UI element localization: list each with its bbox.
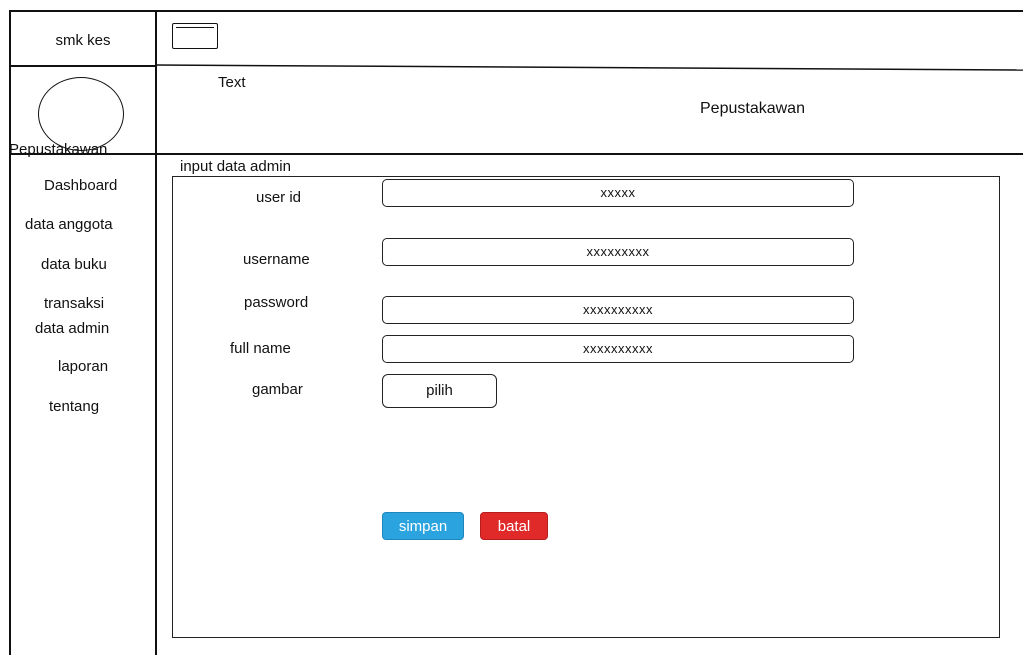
sidebar-item-data-anggota[interactable]: data anggota bbox=[25, 216, 113, 233]
page-title: Pepustakawan bbox=[700, 100, 805, 117]
sidebar-item-data-admin[interactable]: data admin bbox=[35, 320, 109, 337]
choose-image-button[interactable]: pilih bbox=[382, 374, 497, 408]
sidebar-item-tentang[interactable]: tentang bbox=[49, 398, 99, 415]
sidebar-item-laporan[interactable]: laporan bbox=[58, 358, 108, 375]
save-button[interactable]: simpan bbox=[382, 512, 464, 540]
full-name-label: full name bbox=[230, 340, 291, 357]
header-divider bbox=[9, 65, 155, 67]
sidebar-item-data-buku[interactable]: data buku bbox=[41, 256, 107, 273]
form-title: input data admin bbox=[180, 158, 291, 175]
avatar-circle-icon bbox=[38, 77, 124, 151]
header-divider-slant bbox=[155, 64, 1023, 71]
profile-label: Pepustakawan bbox=[9, 141, 108, 158]
content-divider bbox=[9, 153, 1023, 155]
brand-name: smk kes bbox=[55, 32, 111, 49]
password-label: password bbox=[244, 294, 309, 311]
full-name-input[interactable]: xxxxxxxxxx bbox=[382, 335, 854, 363]
cancel-button[interactable]: batal bbox=[480, 512, 548, 540]
gambar-label: gambar bbox=[252, 381, 303, 398]
header-text: Text bbox=[218, 74, 246, 91]
sidebar-item-transaksi[interactable]: transaksi bbox=[44, 295, 104, 312]
frame-top bbox=[9, 10, 1023, 12]
password-input[interactable]: xxxxxxxxxx bbox=[382, 296, 854, 324]
sidebar-item-dashboard[interactable]: Dashboard bbox=[44, 177, 117, 194]
sidebar-divider bbox=[155, 10, 157, 655]
user-id-input[interactable]: xxxxx bbox=[382, 179, 854, 207]
user-id-label: user id bbox=[256, 189, 302, 206]
username-label: username bbox=[243, 251, 310, 268]
username-input[interactable]: xxxxxxxxx bbox=[382, 238, 854, 266]
frame-left bbox=[9, 10, 11, 655]
hamburger-menu-icon[interactable] bbox=[172, 23, 218, 49]
